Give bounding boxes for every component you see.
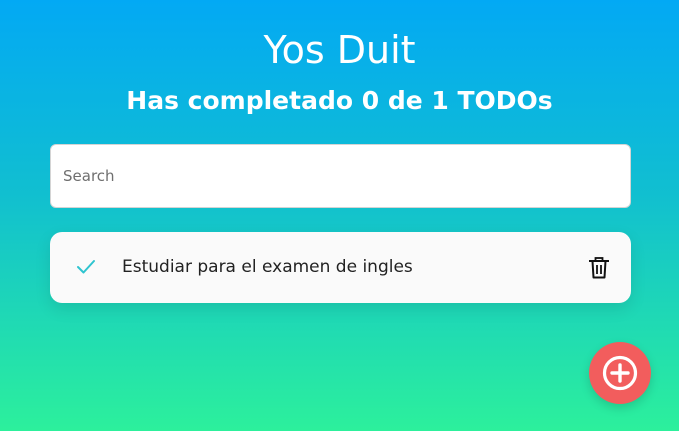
- todo-counter: Has completado 0 de 1 TODOs: [126, 86, 553, 115]
- plus-circle-icon: [602, 355, 638, 391]
- check-icon[interactable]: [76, 257, 96, 277]
- trash-icon[interactable]: [589, 257, 609, 279]
- todo-text: Estudiar para el examen de ingles: [122, 257, 413, 277]
- todo-item: Estudiar para el examen de ingles: [50, 232, 631, 303]
- app-title: Yos Duit: [263, 28, 416, 72]
- add-todo-button[interactable]: [589, 342, 651, 404]
- search-input[interactable]: [50, 144, 631, 208]
